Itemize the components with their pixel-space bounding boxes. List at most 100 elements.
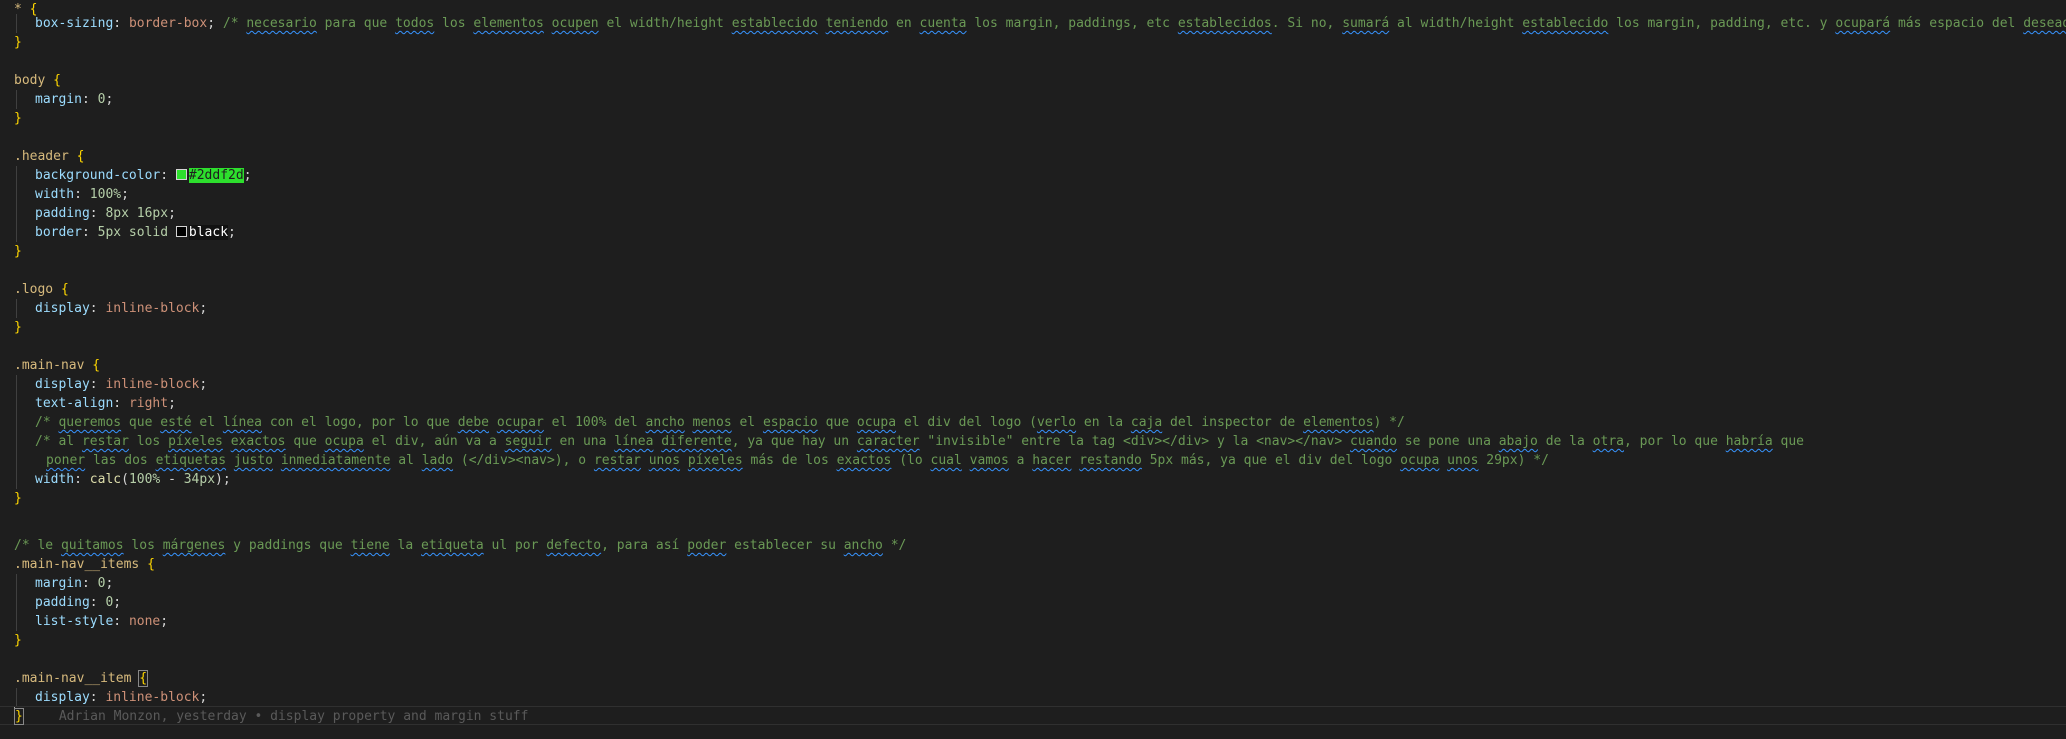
css-property: display [35, 377, 90, 392]
code-line[interactable]: display: inline-block; [0, 375, 2066, 394]
css-value: 100% [89, 187, 122, 202]
indent-guide [16, 413, 17, 432]
close-brace: } [14, 320, 22, 335]
indent-guide [16, 612, 17, 631]
code-editor[interactable]: * { box-sizing: border-box; /* necesario… [0, 0, 2066, 739]
code-line[interactable]: list-style: none; [0, 612, 2066, 631]
close-brace: } [14, 35, 22, 50]
indent-guide [16, 204, 17, 223]
css-property: display [35, 301, 90, 316]
code-line[interactable]: background-color: #2ddf2d; [0, 166, 2066, 185]
code-line[interactable]: width: 100%; [0, 185, 2066, 204]
indent-guide [16, 185, 17, 204]
css-value: right [128, 396, 169, 411]
indent-guide [16, 432, 17, 451]
code-line[interactable]: .header { [0, 147, 2066, 166]
indent-guide [16, 470, 17, 489]
css-selector: .header [14, 149, 69, 164]
code-line[interactable]: } [0, 33, 2066, 52]
close-brace: } [14, 491, 22, 506]
indent-guide [16, 14, 17, 33]
css-value: inline-block [105, 690, 200, 705]
code-line[interactable]: border: 5px solid black; [0, 223, 2066, 242]
code-comment: poner las dos etiquetas justo inmediatam… [46, 453, 1549, 468]
open-brace: { [147, 557, 155, 572]
indent-guide [16, 299, 17, 318]
code-comment: /* queremos que esté el línea con el log… [35, 415, 1405, 430]
code-line[interactable]: margin: 0; [0, 574, 2066, 593]
indent-guide [16, 593, 17, 612]
code-line[interactable]: box-sizing: border-box; /* necesario par… [0, 14, 2066, 33]
css-selector: .main-nav__item [14, 671, 132, 686]
close-brace: } [14, 633, 22, 648]
indent-guide [16, 90, 17, 109]
css-property: display [35, 690, 90, 705]
indent-guide [16, 394, 17, 413]
css-selector: body [14, 73, 46, 88]
code-line[interactable]: } [0, 109, 2066, 128]
css-property: list-style [35, 614, 114, 629]
css-property: background-color [35, 168, 161, 183]
css-selector: .main-nav__items [14, 557, 140, 572]
close-brace: } [14, 244, 22, 259]
css-property: padding [35, 595, 90, 610]
close-brace: } [14, 708, 24, 725]
css-selector: .logo [14, 282, 54, 297]
code-line[interactable]: body { [0, 71, 2066, 90]
open-brace: { [53, 73, 61, 88]
code-line[interactable]: display: inline-block; [0, 299, 2066, 318]
code-line[interactable]: } [0, 631, 2066, 650]
code-line[interactable]: .main-nav__item { [0, 669, 2066, 688]
code-line[interactable]: margin: 0; [0, 90, 2066, 109]
indent-guide [16, 574, 17, 593]
css-property: width [35, 472, 75, 487]
css-property: box-sizing [35, 16, 114, 31]
css-property: padding [35, 206, 90, 221]
css-value: inline-block [105, 301, 200, 316]
css-value: inline-block [105, 377, 200, 392]
code-line[interactable]: text-align: right; [0, 394, 2066, 413]
code-line[interactable]: /* queremos que esté el línea con el log… [0, 413, 2066, 432]
indent-guide [16, 223, 17, 242]
code-comment: /* necesario para que todos los elemento… [222, 16, 2066, 31]
code-line[interactable]: .main-nav__items { [0, 555, 2066, 574]
code-line[interactable]: padding: 0; [0, 593, 2066, 612]
indent-guide [16, 166, 17, 185]
color-swatch-icon[interactable] [175, 226, 187, 237]
css-value: border-box [128, 16, 208, 31]
code-line[interactable]: padding: 8px 16px; [0, 204, 2066, 223]
css-property: border [35, 225, 82, 240]
code-line[interactable]: poner las dos etiquetas justo inmediatam… [0, 451, 2066, 470]
open-brace: { [138, 670, 149, 687]
indent-guide [16, 375, 17, 394]
code-line[interactable]: .main-nav { [0, 356, 2066, 375]
css-color-value: black [188, 225, 229, 240]
code-line[interactable]: } [0, 242, 2066, 261]
css-property: margin [35, 576, 82, 591]
code-line[interactable]: } [0, 489, 2066, 508]
open-brace: { [76, 149, 85, 164]
css-function: calc [89, 472, 122, 487]
code-comment: /* le quitamos los márgenes y paddings q… [14, 538, 907, 553]
css-value: 8px 16px [105, 206, 169, 221]
css-property: margin [35, 92, 82, 107]
css-property: text-align [35, 396, 114, 411]
code-comment: /* al restar los píxeles exactos que ocu… [35, 434, 1805, 449]
close-brace: } [14, 111, 22, 126]
code-line[interactable]: width: calc(100% - 34px); [0, 470, 2066, 489]
color-swatch-icon[interactable] [175, 169, 187, 180]
open-brace: { [92, 358, 101, 373]
indent-guide [16, 451, 17, 470]
css-selector: .main-nav [14, 358, 85, 373]
css-value: none [128, 614, 161, 629]
code-line[interactable]: display: inline-block; [0, 688, 2066, 707]
open-brace: { [60, 282, 69, 297]
indent-guide [16, 688, 17, 707]
code-line[interactable]: /* al restar los píxeles exactos que ocu… [0, 432, 2066, 451]
code-line[interactable]: } [0, 318, 2066, 337]
code-line[interactable]: .logo { [0, 280, 2066, 299]
git-blame-annotation: Adrian Monzon, yesterday • display prope… [58, 709, 529, 724]
code-line[interactable]: /* le quitamos los márgenes y paddings q… [0, 536, 2066, 555]
css-color-value: #2ddf2d [188, 168, 244, 183]
current-line[interactable]: } Adrian Monzon, yesterday • display prop… [0, 706, 2066, 725]
